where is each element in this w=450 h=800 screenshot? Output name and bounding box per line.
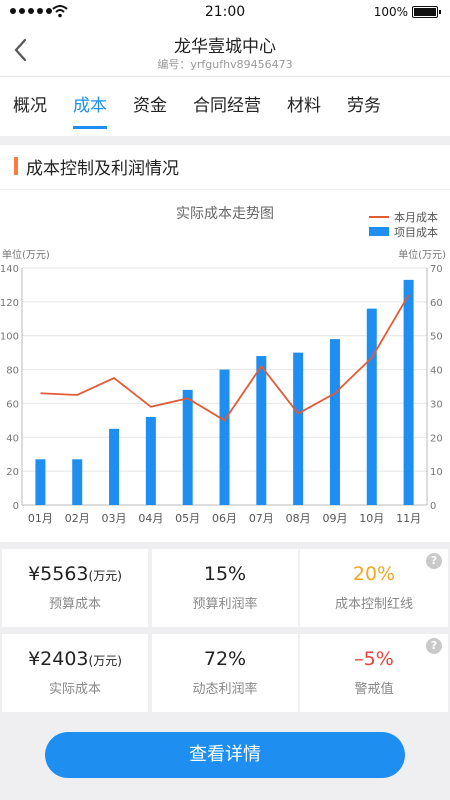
right-tick-label: 70 [430, 264, 443, 275]
kpi-value: 15% [203, 563, 247, 585]
chart-legend: 本月成本 项目成本 [369, 209, 438, 239]
x-tick-label: 09月 [322, 512, 347, 525]
bar-project-cost [182, 389, 193, 505]
x-tick-label: 07月 [249, 512, 274, 525]
kpi-value: –5% [354, 648, 394, 670]
kpi-cost-redline: 20% 成本控制红线 ? [300, 549, 448, 627]
left-tick-label: 120 [0, 298, 19, 309]
x-tick-label: 03月 [102, 512, 127, 525]
kpi-value: 72% [203, 648, 247, 670]
kpi-dynamic-margin: 72% 动态利润率 [152, 634, 298, 712]
left-tick-label: 100 [0, 332, 19, 343]
left-tick-label: 80 [6, 366, 19, 377]
kpi-label: 动态利润率 [192, 682, 258, 697]
status-bar: 21:00 100% [0, 0, 450, 24]
kpi-value: ¥2403(万元) [2, 648, 148, 670]
right-tick-label: 60 [430, 298, 443, 309]
kpi-label: 预算利润率 [192, 597, 258, 612]
bar-project-cost [366, 308, 377, 505]
left-tick-label: 20 [6, 467, 19, 478]
left-tick-label: 140 [0, 264, 19, 275]
kpi-label: 警戒值 [354, 682, 394, 697]
kpi-value: ¥5563(万元) [2, 563, 148, 585]
kpi-value: 20% [352, 563, 396, 585]
kpi-warning-value: –5% 警戒值 ? [300, 634, 448, 712]
right-tick-label: 40 [430, 366, 443, 377]
footer: 查看详情 [0, 722, 450, 800]
kpi-number: ¥5563 [28, 563, 89, 585]
x-tick-label: 06月 [212, 512, 237, 525]
left-axis-unit: 单位(万元) [2, 250, 50, 261]
legend-line-swatch [369, 215, 389, 218]
legend-item-monthly: 本月成本 [369, 209, 438, 224]
tab-overview[interactable]: 概况 [0, 77, 60, 137]
tab-bar: 概况 成本 资金 合同经营 材料 劳务 [0, 76, 450, 136]
x-tick-label: 08月 [286, 512, 311, 525]
nav-bar: 龙华壹城中心 编号：yrfgufhv89456473 [0, 24, 450, 76]
right-tick-label: 30 [430, 399, 443, 410]
page-title: 龙华壹城中心 [174, 37, 276, 57]
right-tick-label: 10 [430, 467, 443, 478]
section-title: 成本控制及利润情况 [26, 158, 179, 179]
section-accent-bar [14, 157, 18, 175]
x-tick-label: 05月 [175, 512, 200, 525]
kpi-label: 预算成本 [48, 597, 101, 612]
cost-chart-card: 成本控制及利润情况 实际成本走势图 本月成本 项目成本 单位(万元) 单位(万元… [0, 145, 450, 542]
view-details-button[interactable]: 查看详情 [45, 732, 405, 778]
bar-project-cost [256, 356, 267, 505]
project-code: 编号：yrfgufhv89456473 [157, 58, 293, 71]
kpi-budget-margin: 15% 预算利润率 [152, 549, 298, 627]
battery-percent: 100% [373, 5, 408, 19]
kpi-label: 成本控制红线 [334, 597, 413, 612]
bar-project-cost [219, 369, 230, 505]
left-tick-label: 40 [6, 433, 19, 444]
legend-bar-swatch [369, 227, 389, 236]
x-tick-label: 10月 [359, 512, 384, 525]
right-tick-label: 20 [430, 433, 443, 444]
legend-label-monthly: 本月成本 [394, 210, 438, 224]
x-tick-label: 01月 [28, 512, 53, 525]
kpi-unit: (万元) [88, 569, 122, 583]
divider [0, 189, 450, 190]
tab-cost[interactable]: 成本 [60, 77, 120, 137]
battery-icon [412, 6, 441, 18]
left-tick-label: 0 [13, 501, 19, 512]
bar-project-cost [145, 416, 156, 505]
bar-project-cost [403, 279, 414, 505]
tab-contract[interactable]: 合同经营 [180, 77, 274, 137]
bar-project-cost [72, 459, 83, 505]
bar-project-cost [293, 352, 304, 505]
x-tick-label: 02月 [65, 512, 90, 525]
kpi-number: ¥2403 [28, 648, 89, 670]
kpi-unit: (万元) [88, 654, 122, 668]
left-tick-label: 60 [6, 399, 19, 410]
section-header: 成本控制及利润情况 [14, 155, 179, 179]
cost-trend-chart: 0 20 40 60 80 100 120 140 0 10 20 30 40 50 60 70 01月 02月 0… [0, 264, 443, 525]
help-icon[interactable]: ? [426, 638, 442, 654]
bar-project-cost [109, 428, 120, 505]
kpi-label: 实际成本 [48, 682, 101, 697]
bar-project-cost [35, 459, 46, 505]
tab-labor[interactable]: 劳务 [334, 77, 394, 137]
bar-project-cost [329, 339, 340, 505]
kpi-budget-cost: ¥5563(万元) 预算成本 [2, 549, 148, 627]
legend-item-project: 项目成本 [369, 224, 438, 239]
tab-materials[interactable]: 材料 [274, 77, 334, 137]
legend-label-project: 项目成本 [394, 225, 438, 239]
x-tick-label: 11月 [396, 512, 421, 525]
tab-funds[interactable]: 资金 [120, 77, 180, 137]
x-tick-label: 04月 [138, 512, 163, 525]
kpi-actual-cost: ¥2403(万元) 实际成本 [2, 634, 148, 712]
help-icon[interactable]: ? [426, 553, 442, 569]
right-axis-unit: 单位(万元) [398, 250, 446, 261]
right-tick-label: 0 [430, 501, 436, 512]
right-tick-label: 50 [430, 332, 443, 343]
